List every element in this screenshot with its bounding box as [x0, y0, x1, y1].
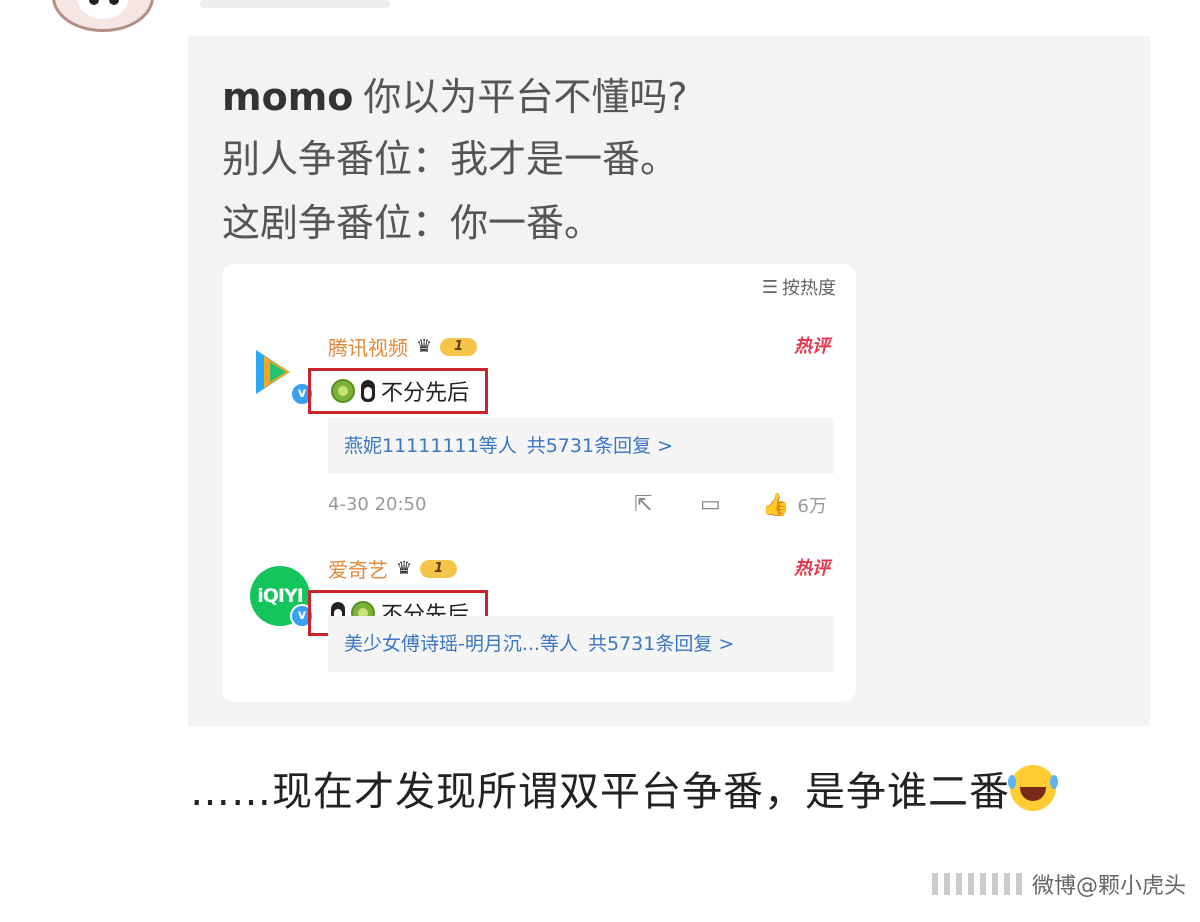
barcode-strip [931, 873, 1022, 895]
quote-username[interactable]: momo [222, 75, 353, 119]
fan-level-badge: 1 [420, 559, 458, 578]
sort-lines-icon: ☰ [761, 276, 778, 298]
user-avatar[interactable] [52, 0, 154, 32]
crown-icon: ♛ [396, 558, 413, 579]
like-button[interactable]: 👍 6万 [762, 492, 827, 518]
like-count: 6万 [797, 496, 827, 517]
reply-count: 共5731条回复 > [587, 633, 735, 655]
reply-summary[interactable]: 美少女傅诗瑶-明月沉...等人 共5731条回复 > [328, 616, 834, 672]
avatar-face [77, 0, 129, 19]
reply-users: 燕妮11111111等人 [344, 435, 517, 457]
hot-comment-badge: 热评 [794, 336, 830, 357]
comment-text: 不分先后 [381, 381, 470, 406]
quoted-post: momo 你以为平台不懂吗? 别人争番位：我才是一番。 这剧争番位：你一番。 ☰ … [188, 36, 1150, 726]
commenter-avatar[interactable]: v [250, 344, 314, 406]
reply-users: 美少女傅诗瑶-明月沉...等人 [344, 633, 578, 655]
quote-line-1: momo 你以为平台不懂吗? [222, 74, 688, 120]
commenter-name[interactable]: 爱奇艺 ♛ 1 [328, 554, 458, 583]
fan-level-badge: 1 [440, 337, 478, 356]
commenter-name-text: 爱奇艺 [328, 558, 388, 582]
commenter-name[interactable]: 腾讯视频 ♛ 1 [328, 332, 478, 361]
comment-item: iQIYI v 爱奇艺 ♛ 1 热评 不分先后 美少女傅诗瑶-明月沉...等人共… [222, 550, 856, 700]
laughing-tears-emoji-icon [1008, 765, 1058, 811]
sort-toggle[interactable]: ☰ 按热度 [762, 274, 836, 300]
penguin-icon [361, 380, 375, 402]
thumbs-up-icon: 👍 [762, 492, 790, 518]
comment-text-highlighted: 不分先后 [308, 368, 489, 414]
comment-icon[interactable]: ▭ [700, 492, 721, 517]
kiwi-icon [331, 379, 355, 403]
comment-item: v 腾讯视频 ♛ 1 热评 不分先后 燕妮11111111等人 共5731条回复 … [222, 328, 856, 518]
comment-screenshot-card: ☰ 按热度 v 腾讯视频 ♛ 1 热评 不分先后 燕妮11111111等人 共5… [222, 264, 856, 702]
hot-comment-badge: 热评 [794, 558, 830, 579]
post-body-text: ……现在才发现所谓双平台争番，是争谁二番 [190, 769, 1010, 815]
watermark: 微博@颗小虎头 [931, 868, 1186, 900]
quote-text-1: 你以为平台不懂吗? [363, 75, 688, 119]
reply-count: 共5731条回复 > [526, 435, 674, 457]
comment-time: 4-30 20:50 [328, 494, 427, 515]
quote-line-3: 这剧争番位：你一番。 [222, 201, 603, 245]
share-icon[interactable]: ⇱ [634, 492, 652, 517]
username-blurred [200, 0, 390, 8]
commenter-avatar[interactable]: iQIYI v [250, 566, 314, 628]
commenter-name-text: 腾讯视频 [328, 336, 408, 360]
post-body: ……现在才发现所谓双平台争番，是争谁二番 [190, 760, 1150, 824]
sort-label: 按热度 [782, 278, 836, 299]
crown-icon: ♛ [416, 336, 433, 357]
reply-summary[interactable]: 燕妮11111111等人 共5731条回复 > [328, 418, 834, 474]
quote-line-2: 别人争番位：我才是一番。 [222, 137, 679, 181]
watermark-text: 微博@颗小虎头 [1031, 874, 1186, 899]
